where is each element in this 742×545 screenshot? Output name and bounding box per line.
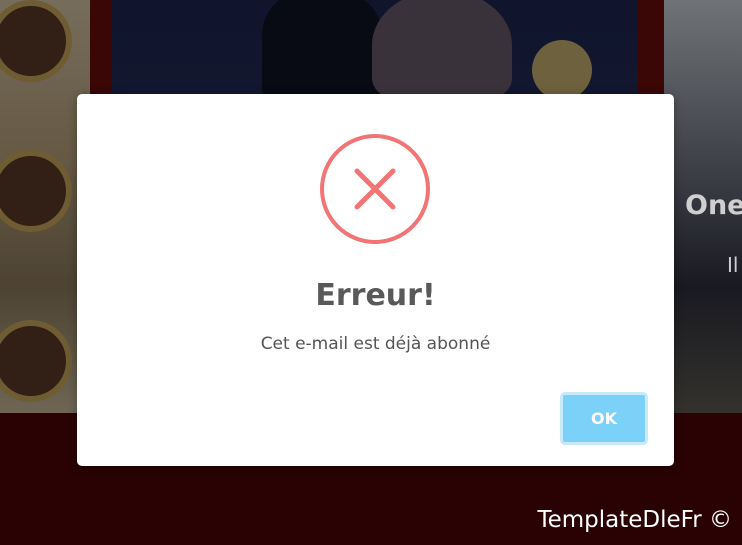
medallion-image [0, 0, 72, 82]
card-subtitle-peek: Il [727, 253, 739, 277]
ok-button[interactable]: OK [560, 392, 648, 445]
character-silhouette [532, 40, 592, 100]
character-silhouette [372, 0, 512, 100]
medallion-image [0, 150, 72, 232]
error-x-icon [320, 134, 430, 244]
dialog-message: Cet e-mail est déjà abonné [260, 334, 491, 354]
card-title-peek: One [685, 190, 742, 221]
error-dialog: Erreur! Cet e-mail est déjà abonné OK [77, 94, 674, 466]
watermark: TemplateDleFr © [537, 507, 732, 533]
character-silhouette [262, 0, 382, 100]
medallion-image [0, 320, 72, 402]
dialog-title: Erreur! [315, 278, 436, 313]
x-mark-icon [354, 168, 396, 210]
